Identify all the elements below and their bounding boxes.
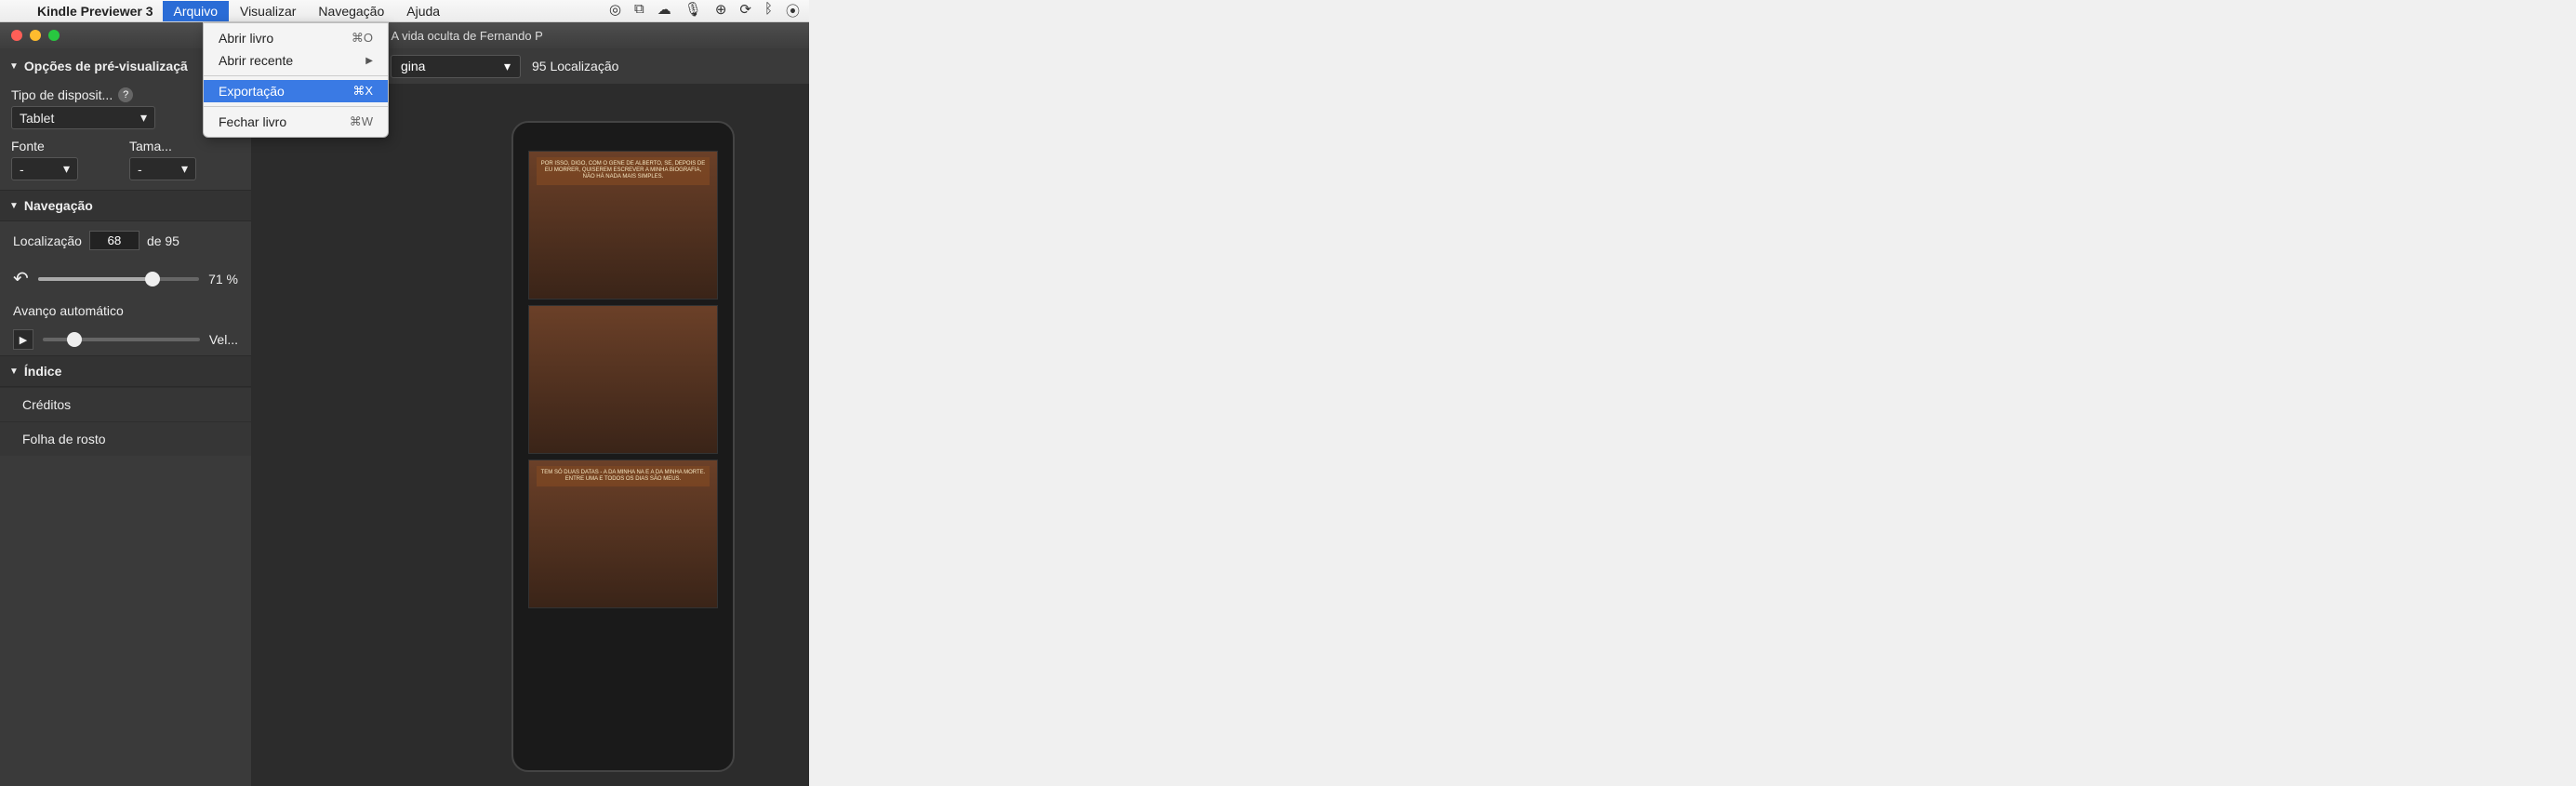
device-type-value: Tablet bbox=[20, 111, 54, 126]
page-select-label: gina bbox=[401, 59, 425, 73]
disclosure-triangle-icon: ▼ bbox=[9, 201, 19, 211]
app-name[interactable]: Kindle Previewer 3 bbox=[28, 4, 163, 19]
page-select[interactable]: gina ▾ bbox=[391, 55, 521, 78]
sync-icon[interactable]: ⟳ bbox=[739, 1, 751, 20]
menu-export[interactable]: Exportação ⌘X bbox=[204, 80, 388, 102]
wifi-icon[interactable]: ⦿ bbox=[786, 1, 800, 20]
menu-export-label: Exportação bbox=[219, 84, 285, 99]
dropdown-arrow-icon: ▾ bbox=[140, 110, 147, 126]
menu-ajuda[interactable]: Ajuda bbox=[395, 1, 451, 21]
cc-icon[interactable]: ◎ bbox=[609, 1, 621, 20]
navigation-section-header[interactable]: ▼ Navegação bbox=[0, 190, 251, 221]
play-button[interactable]: ▶ bbox=[13, 329, 33, 350]
disclosure-triangle-icon: ▼ bbox=[9, 366, 19, 377]
location-indicator: 95 Localização bbox=[532, 59, 618, 73]
traffic-lights bbox=[0, 30, 71, 41]
zoom-percent: 71 % bbox=[208, 272, 238, 286]
menu-separator bbox=[204, 106, 388, 107]
cloud-icon[interactable]: ☁ bbox=[657, 1, 671, 20]
options-side-panel: Tipo de disposit... ? Tablet ▾ Fonte - ▾… bbox=[0, 84, 251, 786]
location-label: Localização bbox=[13, 233, 82, 248]
menu-open-book[interactable]: Abrir livro ⌘O bbox=[204, 27, 388, 49]
bluetooth-icon[interactable]: ᛒ bbox=[764, 1, 773, 20]
submenu-arrow-icon: ▶ bbox=[365, 56, 373, 66]
menu-navegacao[interactable]: Navegação bbox=[307, 1, 395, 21]
menu-close-book[interactable]: Fechar livro ⌘W bbox=[204, 111, 388, 133]
accessibility-icon[interactable]: ⊕ bbox=[715, 1, 727, 20]
menu-separator bbox=[204, 75, 388, 76]
auto-advance-label: Avanço automático bbox=[0, 298, 251, 324]
index-section-header[interactable]: ▼ Índice bbox=[0, 355, 251, 387]
menu-open-book-label: Abrir livro bbox=[219, 31, 273, 46]
options-panel-header[interactable]: ▼ Opções de pré-visualizaçã bbox=[0, 59, 205, 73]
index-header-label: Índice bbox=[24, 364, 61, 379]
slider-thumb[interactable] bbox=[67, 332, 82, 347]
close-window-button[interactable] bbox=[11, 30, 22, 41]
disclosure-triangle-icon: ▼ bbox=[9, 61, 19, 72]
menu-open-recent-label: Abrir recente bbox=[219, 53, 293, 68]
shortcut-text: ⌘W bbox=[350, 114, 373, 129]
page-image: TEM SÓ DUAS DATAS - A DA MINHA NA E A DA… bbox=[528, 460, 718, 608]
window-title: Kindle Previewer - A vida oculta de Fern… bbox=[71, 29, 809, 43]
arquivo-dropdown-menu: Abrir livro ⌘O Abrir recente ▶ Exportaçã… bbox=[203, 22, 389, 138]
preview-toolbar: ▼ Opções de pré-visualizaçã gina ▾ 95 Lo… bbox=[0, 48, 809, 84]
slider-thumb[interactable] bbox=[145, 272, 160, 286]
macos-menubar: Kindle Previewer 3 Arquivo Visualizar Na… bbox=[0, 0, 809, 22]
undo-icon[interactable]: ↶ bbox=[13, 267, 29, 290]
toc-item-folha[interactable]: Folha de rosto bbox=[0, 421, 251, 456]
menubar-status-icons: ◎ ⧉ ☁ 🎙 ⊕ ⟳ ᛒ ⦿ bbox=[609, 1, 809, 20]
toc-item-creditos[interactable]: Créditos bbox=[0, 387, 251, 421]
device-type-select[interactable]: Tablet ▾ bbox=[11, 106, 155, 129]
page-caption: TEM SÓ DUAS DATAS - A DA MINHA NA E A DA… bbox=[537, 466, 710, 486]
shortcut-text: ⌘X bbox=[352, 84, 373, 99]
size-value: - bbox=[138, 162, 142, 177]
zoom-slider[interactable] bbox=[38, 277, 199, 281]
page-image: POR ISSO, DIGO, COM O GENE DE ALBERTO, S… bbox=[528, 151, 718, 300]
kindle-previewer-window: Kindle Previewer 3 Arquivo Visualizar Na… bbox=[0, 0, 809, 786]
menu-open-recent[interactable]: Abrir recente ▶ bbox=[204, 49, 388, 72]
menu-arquivo[interactable]: Arquivo bbox=[163, 1, 229, 21]
size-label: Tama... bbox=[129, 139, 172, 153]
help-icon[interactable]: ? bbox=[118, 87, 133, 102]
speed-label: Vel... bbox=[209, 332, 238, 347]
dropbox-icon[interactable]: ⧉ bbox=[634, 1, 644, 20]
page-caption: POR ISSO, DIGO, COM O GENE DE ALBERTO, S… bbox=[537, 157, 710, 185]
size-select[interactable]: - ▾ bbox=[129, 157, 196, 180]
book-preview-area: POR ISSO, DIGO, COM O GENE DE ALBERTO, S… bbox=[251, 84, 809, 786]
shortcut-text: ⌘O bbox=[352, 31, 373, 46]
dropdown-arrow-icon: ▾ bbox=[63, 161, 70, 177]
speed-slider[interactable] bbox=[43, 338, 200, 341]
dropdown-arrow-icon: ▾ bbox=[181, 161, 188, 177]
font-value: - bbox=[20, 162, 24, 177]
font-label: Fonte bbox=[11, 139, 45, 153]
tablet-frame: POR ISSO, DIGO, COM O GENE DE ALBERTO, S… bbox=[511, 121, 735, 772]
location-total: de 95 bbox=[147, 233, 179, 248]
dropdown-arrow-icon: ▾ bbox=[504, 59, 511, 74]
menu-close-book-label: Fechar livro bbox=[219, 114, 286, 129]
menu-visualizar[interactable]: Visualizar bbox=[229, 1, 307, 21]
location-input[interactable] bbox=[89, 231, 139, 250]
font-select[interactable]: - ▾ bbox=[11, 157, 78, 180]
device-type-label: Tipo de disposit... bbox=[11, 87, 113, 102]
page-image bbox=[528, 305, 718, 454]
mic-icon[interactable]: 🎙 bbox=[684, 1, 702, 20]
zoom-window-button[interactable] bbox=[48, 30, 60, 41]
options-panel-title: Opções de pré-visualizaçã bbox=[24, 59, 188, 73]
minimize-window-button[interactable] bbox=[30, 30, 41, 41]
window-titlebar: Kindle Previewer - A vida oculta de Fern… bbox=[0, 22, 809, 48]
navigation-header-label: Navegação bbox=[24, 198, 93, 213]
